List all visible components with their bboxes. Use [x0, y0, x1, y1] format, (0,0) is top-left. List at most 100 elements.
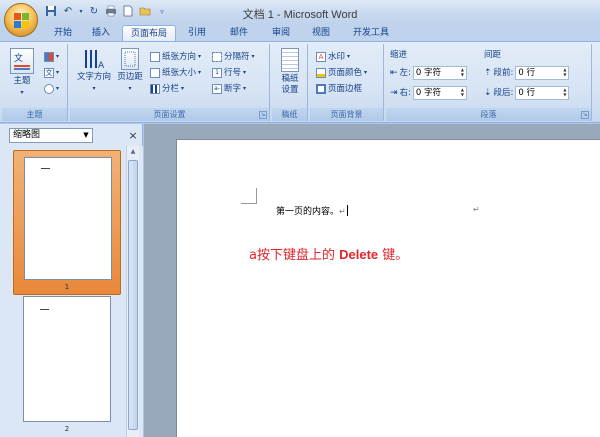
tab-page-layout[interactable]: 页面布局	[122, 25, 176, 41]
margins-button[interactable]: 页边距 ▾	[114, 48, 146, 94]
thumbnail-page-1[interactable]: 1	[13, 150, 121, 295]
page-borders-label: 页面边框	[328, 84, 363, 94]
draft-paper-group-label: 稿纸	[272, 108, 307, 121]
paragraph-group-label: 段落	[386, 108, 591, 121]
document-text-line[interactable]: 第一页的内容。↵	[276, 204, 348, 217]
columns-button[interactable]: 分栏 ▾	[150, 82, 184, 96]
chevron-down-icon: ▾	[364, 69, 368, 76]
nav-pane-scrollbar[interactable]: ▲	[126, 146, 139, 437]
line-numbers-button[interactable]: 1 行号 ▾	[212, 66, 246, 80]
thumbnail-list: 1 2	[6, 146, 143, 437]
draft-paper-icon	[281, 48, 299, 72]
chevron-down-icon: ▼	[83, 131, 89, 139]
spacing-after-label: 段后:	[493, 88, 514, 98]
document-page[interactable]: 第一页的内容。↵ ↵ a按下键盘上的 Delete 键。	[176, 139, 600, 437]
orientation-label: 纸张方向	[162, 52, 197, 62]
hyphenation-button[interactable]: a- 断字 ▾	[212, 82, 246, 96]
paragraph-launcher-icon[interactable]: ↘	[581, 111, 589, 119]
nav-view-select-value: 缩略图	[13, 130, 41, 140]
themes-button[interactable]: 文 主题 ▾	[8, 48, 36, 98]
size-button[interactable]: 纸张大小 ▾	[150, 66, 201, 80]
chevron-down-icon: ▾	[251, 53, 255, 60]
window-title: 文档 1 - Microsoft Word	[242, 9, 358, 21]
page-setup-launcher-icon[interactable]: ↘	[259, 111, 267, 119]
tab-insert[interactable]: 插入	[84, 25, 118, 41]
scroll-up-icon[interactable]: ▲	[127, 146, 139, 158]
margin-corner-mark	[241, 188, 257, 204]
tab-references[interactable]: 引用	[180, 25, 214, 41]
page-borders-icon	[316, 84, 326, 94]
watermark-button[interactable]: A 水印 ▾	[316, 50, 350, 64]
themes-icon: 文	[10, 48, 34, 74]
svg-text:文: 文	[14, 52, 23, 64]
indent-left-spinner[interactable]: 0 字符	[412, 66, 467, 80]
thumbnail-page-image	[24, 157, 112, 280]
spacing-after-spinner[interactable]: 0 行	[515, 86, 570, 100]
orientation-button[interactable]: 纸张方向 ▾	[150, 50, 201, 64]
breaks-button[interactable]: 分隔符 ▾	[212, 50, 255, 64]
themes-button-label: 主题	[13, 76, 31, 86]
watermark-label: 水印	[328, 52, 346, 62]
margins-label: 页边距	[117, 72, 143, 82]
breaks-icon	[212, 52, 222, 62]
nav-pane-header: 缩略图 ▼ ×	[3, 128, 140, 143]
indent-right-spinner[interactable]: 0 字符	[412, 86, 467, 100]
instruction-prefix: a按下键盘上的	[249, 248, 340, 263]
chevron-down-icon: ▾	[92, 85, 96, 92]
navigation-pane: 缩略图 ▼ × 1 2 ▲	[0, 124, 143, 437]
chevron-down-icon: ▾	[56, 69, 60, 76]
tab-review[interactable]: 审阅	[264, 25, 298, 41]
page-color-label: 页面颜色	[328, 68, 363, 78]
thumbnail-page-image	[23, 296, 111, 422]
draft-paper-label-2: 设置	[281, 85, 299, 95]
theme-fonts-button[interactable]: 文 ▾	[44, 66, 59, 80]
svg-text:A: A	[98, 61, 105, 70]
chevron-down-icon: ▾	[198, 53, 202, 60]
office-button[interactable]	[4, 3, 38, 37]
page-color-button[interactable]: 页面颜色 ▾	[316, 66, 367, 80]
paper-size-icon	[150, 68, 160, 78]
document-area: 第一页的内容。↵ ↵ a按下键盘上的 Delete 键。	[144, 124, 600, 437]
theme-effects-button[interactable]: ▾	[44, 82, 59, 96]
thumbnail-page-number: 1	[64, 283, 70, 291]
page-background-group-label: 页面背景	[310, 108, 383, 121]
draft-paper-group: 稿纸 设置 稿纸	[272, 44, 308, 121]
thumbnail-page-2[interactable]: 2	[13, 296, 121, 437]
indent-right-icon: ⇥	[390, 88, 398, 98]
document-line-1: 第一页的内容。	[276, 207, 340, 217]
spacing-before-icon: ⇡	[484, 68, 492, 78]
indent-right-label: 右:	[399, 88, 411, 98]
breaks-label: 分隔符	[224, 52, 250, 62]
chevron-down-icon: ▾	[181, 85, 185, 92]
page-borders-button[interactable]: 页面边框	[316, 82, 362, 96]
spacing-title: 间距	[484, 50, 502, 60]
theme-colors-button[interactable]: ▾	[44, 50, 59, 64]
tab-mailings[interactable]: 邮件	[222, 25, 256, 41]
thumbnail-text-line	[41, 168, 50, 169]
spacing-after-row: ⇣ 段后: 0 行	[484, 86, 570, 100]
close-icon[interactable]: ×	[127, 128, 139, 143]
scrollbar-thumb[interactable]	[128, 160, 138, 430]
title-bar: ↶ ▾ ↻ ▿ 文档 1 - Microsoft Word	[0, 0, 600, 37]
spacing-after-icon: ⇣	[484, 88, 492, 98]
tab-developer[interactable]: 开发工具	[344, 25, 398, 41]
instruction-key: Delete	[339, 247, 379, 262]
line-numbers-icon: 1	[212, 68, 222, 78]
columns-label: 分栏	[162, 84, 180, 94]
nav-view-select[interactable]: 缩略图 ▼	[9, 128, 93, 143]
draft-paper-label-1: 稿纸	[281, 74, 299, 84]
chevron-down-icon: ▾	[128, 85, 132, 92]
tab-view[interactable]: 视图	[304, 25, 338, 41]
paragraph-mark-icon: ↵	[339, 207, 346, 216]
chevron-down-icon: ▾	[20, 89, 24, 96]
tab-home[interactable]: 开始	[44, 25, 82, 41]
paragraph-mark-icon: ↵	[473, 205, 480, 214]
text-direction-button[interactable]: A 文字方向 ▾	[74, 48, 114, 94]
spacing-before-label: 段前:	[493, 68, 514, 78]
themes-group: 文 主题 ▾ ▾ 文 ▾ ▾ 主题	[2, 44, 68, 121]
indent-left-icon: ⇤	[390, 68, 398, 78]
text-caret	[346, 205, 348, 216]
draft-paper-button[interactable]: 稿纸 设置	[274, 48, 306, 96]
size-label: 纸张大小	[162, 68, 197, 78]
spacing-before-spinner[interactable]: 0 行	[515, 66, 570, 80]
